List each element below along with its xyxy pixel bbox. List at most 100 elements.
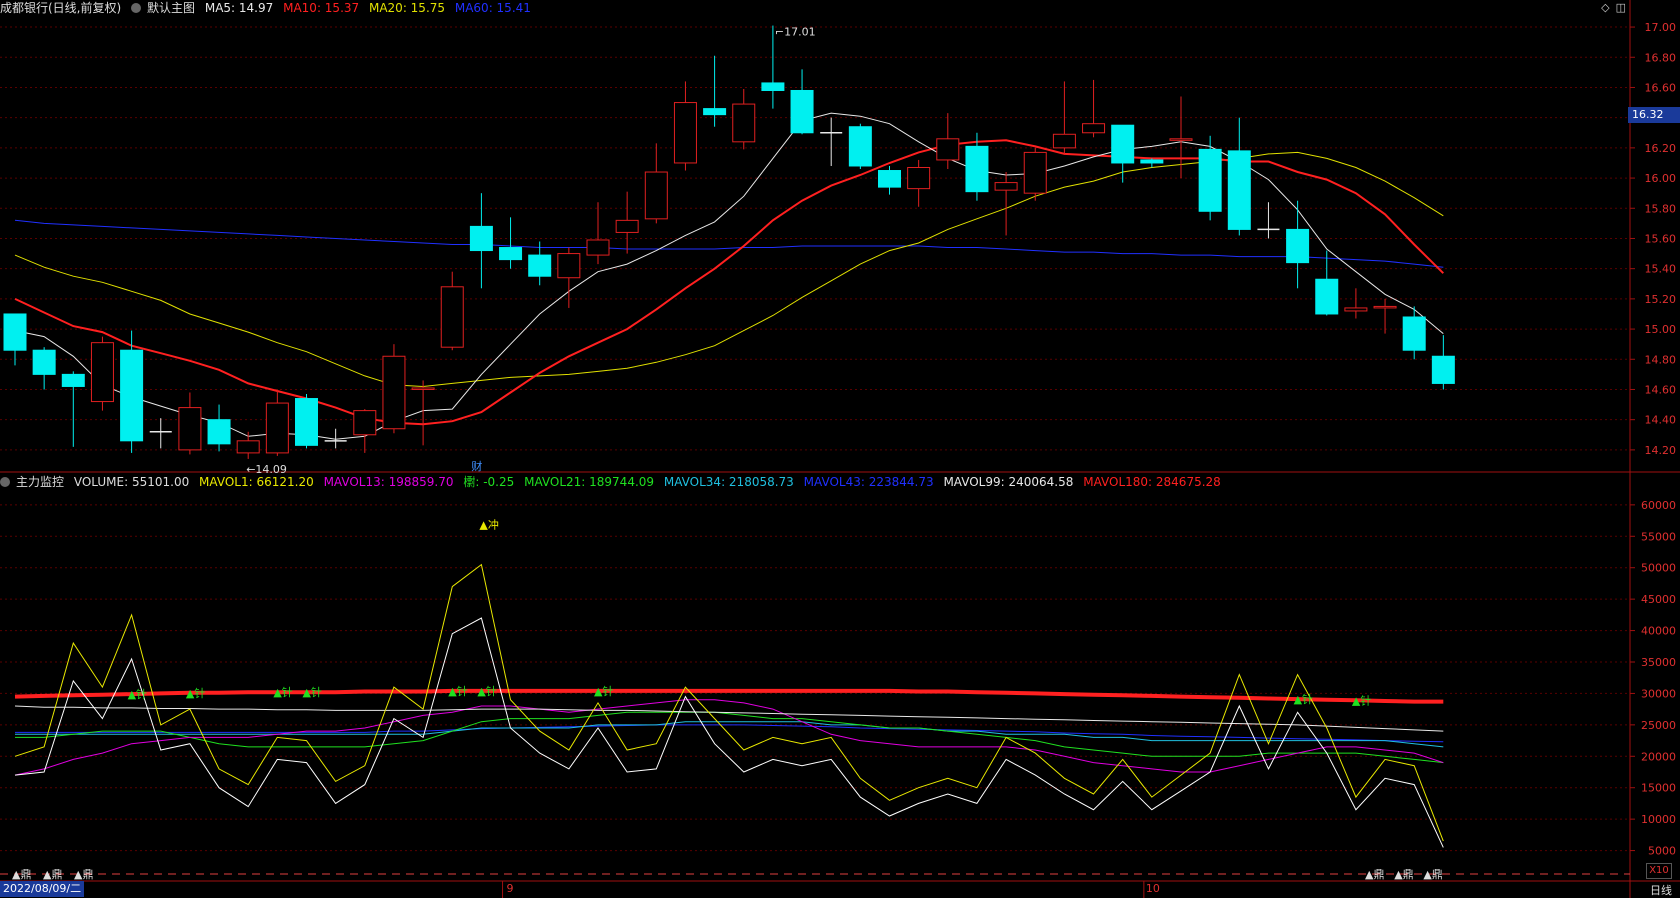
volume-tick-label: 55000: [1641, 530, 1676, 543]
price-tick-label: 14.80: [1645, 353, 1677, 366]
candle-body: [382, 355, 406, 430]
candle-body: [1023, 151, 1047, 194]
mavol43-line: [15, 724, 1444, 743]
volume-tick-label: 60000: [1641, 499, 1676, 512]
volume-tick-label: 35000: [1641, 656, 1676, 669]
price-tick-label: 14.20: [1645, 444, 1677, 457]
price-tick-label: 16.80: [1645, 51, 1677, 64]
price-tick-label: 15.20: [1645, 293, 1677, 306]
candle-body: [1140, 159, 1164, 164]
price-tick-label: 15.00: [1645, 323, 1677, 336]
candle-body: [1169, 138, 1193, 141]
zhen-signal: ▲针: [1352, 693, 1371, 707]
price-tick-label: 17.00: [1645, 21, 1677, 34]
price-tick-label: 15.40: [1645, 263, 1677, 276]
month-tick-10: 10: [1145, 882, 1160, 895]
candle-body: [469, 225, 493, 252]
period-label[interactable]: 日线: [1650, 882, 1672, 898]
candle-body: [411, 387, 435, 390]
candle-body: [848, 126, 872, 167]
candle-body: [557, 253, 581, 279]
candle-body: [32, 349, 56, 375]
price-tick-label: 14.40: [1645, 414, 1677, 427]
date-label: 2022/08/09/二: [0, 881, 85, 897]
candle-body: [1111, 124, 1135, 164]
volume-tick-label: 15000: [1641, 782, 1676, 795]
x10-badge[interactable]: X10: [1646, 863, 1672, 879]
candle-body: [703, 108, 727, 116]
zhen-signal: ▲针: [594, 684, 613, 698]
candle-body: [353, 410, 377, 436]
mavol99-line: [14, 705, 1444, 732]
ding-signal-right: ▲鼎: [1365, 868, 1384, 881]
ding-signal-left: ▲鼎: [74, 868, 93, 881]
candle-body: [965, 145, 989, 193]
volume-tick-label: 45000: [1641, 593, 1676, 606]
financial-report-icon: 财: [471, 459, 482, 473]
price-tick-label: 15.80: [1645, 202, 1677, 215]
candle-body: [907, 166, 931, 190]
volume-tick-label: 5000: [1648, 845, 1676, 858]
zhen-signal: ▲针: [303, 685, 322, 699]
ding-signal-left: ▲鼎: [12, 868, 31, 881]
chong-signal: ▲冲: [479, 518, 498, 532]
volume-tick-label: 40000: [1641, 625, 1676, 638]
zhen-signal: ▲针: [1294, 692, 1313, 706]
candle-body: [440, 286, 464, 348]
candle-body: [499, 247, 523, 261]
zhen-signal: ▲针: [273, 685, 292, 699]
candle-body: [1198, 148, 1222, 212]
candle-body: [3, 313, 27, 351]
candle-body: [1286, 228, 1310, 264]
zhen-signal: ▲针: [477, 684, 496, 698]
candle-body: [673, 102, 697, 164]
candle-body: [994, 182, 1018, 191]
volume-tick-label: 25000: [1641, 719, 1676, 732]
current-price-tag: 16.32: [1628, 107, 1680, 123]
candle-body: [936, 138, 960, 161]
candle-body: [61, 373, 85, 387]
candle-body: [178, 407, 202, 451]
candle-body: [1373, 305, 1397, 309]
month-tick-9: 9: [506, 882, 514, 895]
candle-body: [236, 440, 260, 454]
ding-signal-left: ▲鼎: [43, 868, 62, 881]
price-tick-label: 16.20: [1645, 142, 1677, 155]
volume-tick-label: 30000: [1641, 687, 1676, 700]
candle-body: [265, 402, 289, 454]
zhen-signal: ▲针: [448, 684, 467, 698]
max-price-label: ⌐17.01: [775, 26, 816, 39]
price-tick-label: 16.00: [1645, 172, 1677, 185]
mavol180-line: [14, 688, 1444, 704]
candle-body: [295, 398, 318, 446]
candle-body: [1344, 307, 1368, 312]
candle-body: [1315, 278, 1339, 315]
candle-body: [1227, 150, 1251, 230]
candle-body: [761, 82, 785, 91]
candle-body: [1052, 133, 1076, 149]
candle-body: [528, 254, 552, 277]
candle-body: [1431, 355, 1455, 384]
ding-signal-right: ▲鼎: [1423, 868, 1442, 881]
candle-body: [120, 349, 144, 442]
volume-tick-label: 20000: [1641, 750, 1676, 763]
stock-chart[interactable]: 17.0016.8016.6016.4016.2016.0015.8015.60…: [0, 0, 1680, 898]
candle-body: [1402, 316, 1426, 351]
price-tick-label: 14.60: [1645, 383, 1677, 396]
candle-body: [90, 342, 114, 403]
candle-body: [1082, 123, 1106, 134]
zhen-signal: ▲针: [128, 687, 147, 701]
candle-body: [615, 219, 639, 233]
candle-body: [586, 239, 610, 256]
candle-body: [644, 171, 668, 220]
candle-body: [207, 419, 231, 445]
volume-tick-label: 50000: [1641, 562, 1676, 575]
mavol1-line: [14, 563, 1444, 842]
min-price-label: ←14.09: [246, 463, 287, 476]
price-tick-label: 16.60: [1645, 81, 1677, 94]
candle-body: [732, 103, 756, 143]
price-tick-label: 15.60: [1645, 232, 1677, 245]
volume-tick-label: 10000: [1641, 813, 1676, 826]
candle-body: [878, 170, 901, 188]
candle-body: [790, 89, 814, 134]
